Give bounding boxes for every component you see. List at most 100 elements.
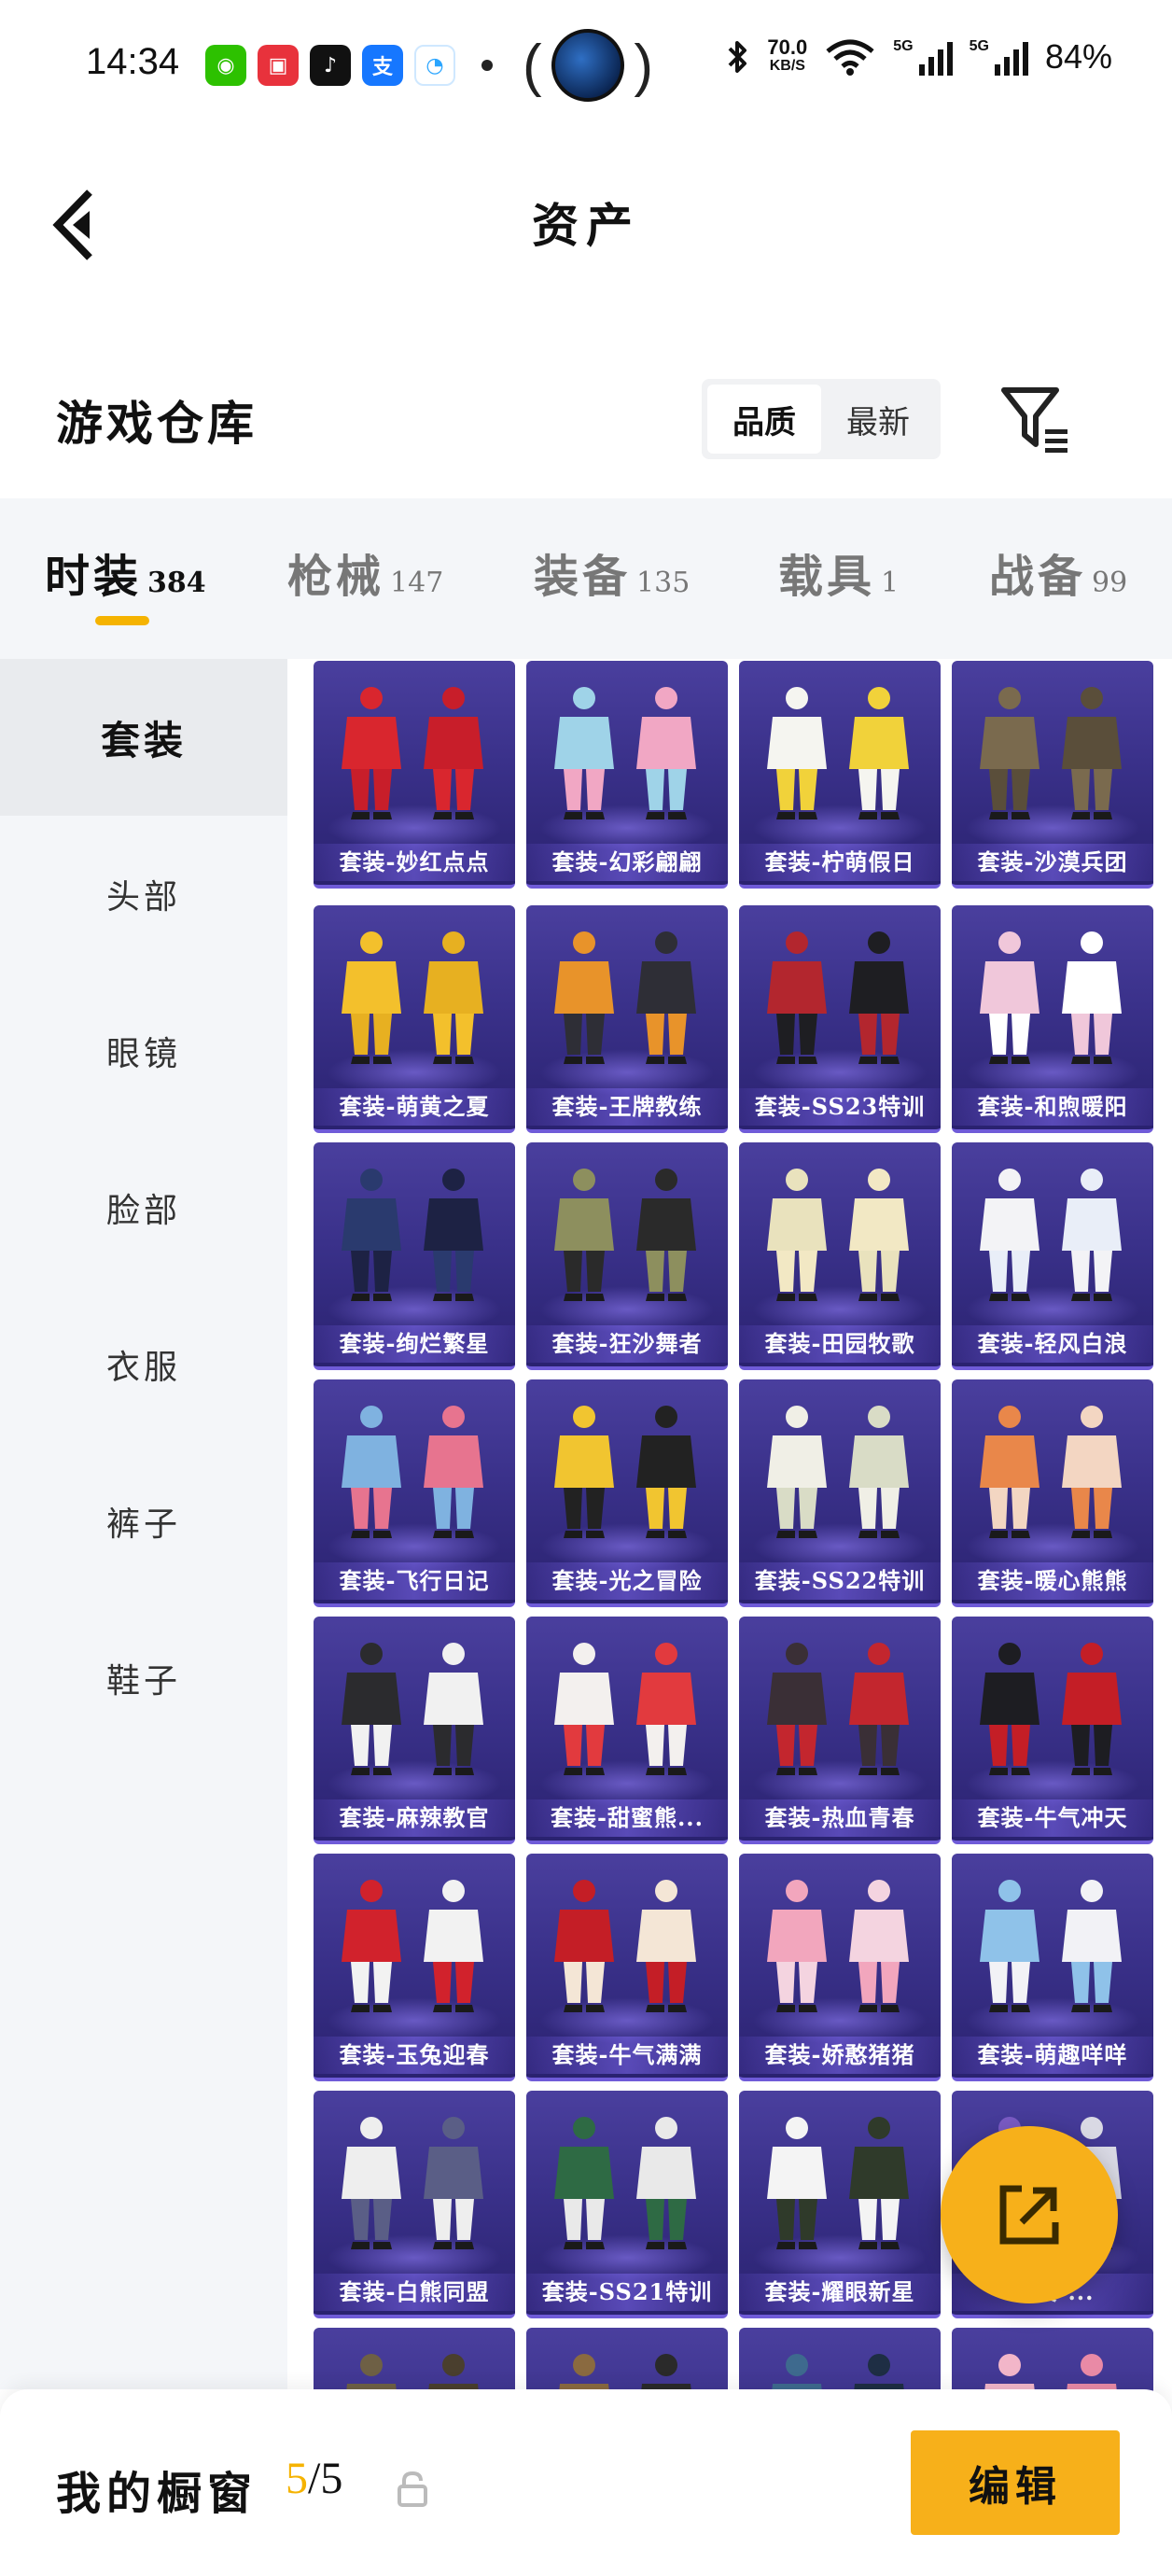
outfit-card[interactable]: 套装-王牌教练 — [526, 905, 728, 1133]
outfit-name: 套装-光之冒险 — [526, 1562, 728, 1600]
outfit-card[interactable]: 套装-麻辣教官 — [314, 1617, 515, 1844]
tab-vehicles[interactable]: 载具 1 — [778, 539, 899, 605]
status-right: 70.0 KB/S 5G 5G 84% — [726, 37, 1112, 77]
outfit-image — [767, 1169, 909, 1301]
outfit-name: 套装-轻风白浪 — [952, 1325, 1153, 1363]
outfit-name: 套装-幻彩翩翩 — [526, 844, 728, 881]
lock-icon[interactable] — [396, 2470, 429, 2507]
outfit-card[interactable]: 套装-牛气冲天 — [952, 1617, 1153, 1844]
outfit-card[interactable]: 套装-和煦暖阳 — [952, 905, 1153, 1133]
sort-toggle: 品质 最新 — [702, 379, 941, 459]
page-title: 资产 — [532, 198, 640, 253]
outfit-image — [980, 1643, 1122, 1775]
sort-newest-button[interactable]: 最新 — [821, 385, 935, 454]
outfit-name: 套装-田园牧歌 — [739, 1325, 941, 1363]
outfit-image — [554, 2117, 696, 2249]
outfit-name: 套装-玉兔迎春 — [314, 2037, 515, 2074]
outfit-card[interactable]: 套装-妙红点点 — [314, 661, 515, 889]
alipay-icon: 支 — [362, 45, 403, 86]
outfit-card[interactable]: 套装-热血青春 — [739, 1617, 941, 1844]
outfit-card[interactable]: 套装-轻风白浪 — [952, 1142, 1153, 1370]
outfit-card[interactable]: 套装-白熊同盟 — [314, 2091, 515, 2318]
outfit-image — [980, 931, 1122, 1064]
sidebar: 套装 头部 眼镜 脸部 衣服 裤子 鞋子 — [0, 659, 287, 2389]
outfit-name: 套装-萌黄之夏 — [314, 1088, 515, 1126]
outfit-card[interactable]: 套装-甜蜜熊... — [526, 1617, 728, 1844]
sort-quality-button[interactable]: 品质 — [707, 385, 821, 454]
outfit-image — [980, 1406, 1122, 1538]
outfit-card[interactable]: 套装-暖心熊熊 — [952, 1379, 1153, 1607]
outfit-card[interactable]: 套装-SS22特训 — [739, 1379, 941, 1607]
status-time: 14:34 — [86, 41, 180, 82]
outfit-card[interactable]: 套装-光之冒险 — [526, 1379, 728, 1607]
outfit-card[interactable]: 套装-玉兔迎春 — [314, 1854, 515, 2081]
outfit-image — [554, 687, 696, 819]
outfit-name: 套装-SS21特训 — [526, 2274, 728, 2311]
sidebar-item-clothes[interactable]: 衣服 — [0, 1286, 287, 1443]
outfit-card[interactable]: 套装-萌黄之夏 — [314, 905, 515, 1133]
outfit-name: 套装-王牌教练 — [526, 1088, 728, 1126]
outfit-image — [342, 1880, 483, 2012]
tab-equipment[interactable]: 装备 135 — [534, 539, 690, 605]
cell-signal-1-icon: 5G — [893, 38, 953, 76]
outfit-image — [342, 1169, 483, 1301]
active-tab-indicator — [95, 616, 149, 625]
edit-button[interactable]: 编辑 — [911, 2430, 1120, 2535]
outfit-image — [980, 1880, 1122, 2012]
sidebar-item-face[interactable]: 脸部 — [0, 1129, 287, 1286]
game-app-icon: ▣ — [258, 45, 299, 86]
filter-icon[interactable] — [998, 383, 1073, 457]
outfit-image — [342, 931, 483, 1064]
outfit-card[interactable]: 套装-萌趣咩咩 — [952, 1854, 1153, 2081]
sidebar-item-head[interactable]: 头部 — [0, 816, 287, 973]
outfit-image — [767, 1880, 909, 2012]
outfit-name: 套装-娇憨猪猪 — [739, 2037, 941, 2074]
outfit-name: 套装-热血青春 — [739, 1799, 941, 1837]
tab-weapons[interactable]: 枪械 147 — [287, 539, 443, 605]
outfit-card[interactable]: 套装-娇憨猪猪 — [739, 1854, 941, 2081]
share-button[interactable] — [941, 2126, 1118, 2303]
outfit-image — [342, 687, 483, 819]
outfit-name: 套装-和煦暖阳 — [952, 1088, 1153, 1126]
bottom-bar: 我的橱窗 5/5 编辑 — [0, 2389, 1172, 2576]
warehouse-header: 游戏仓库 品质 最新 — [0, 355, 1172, 485]
outfit-card[interactable]: 套装-狂沙舞者 — [526, 1142, 728, 1370]
outfit-card[interactable]: 套装-SS21特训 — [526, 2091, 728, 2318]
status-bar: 14:34 ◉ ▣ ♪ 支 ◔ ( ) 70.0 KB/S 5G 5G 84% — [0, 0, 1172, 131]
sidebar-item-pants[interactable]: 裤子 — [0, 1443, 287, 1600]
outfit-name: 套装-沙漠兵团 — [952, 844, 1153, 881]
outfit-name: 套装-柠萌假日 — [739, 844, 941, 881]
outfit-image — [342, 1643, 483, 1775]
sidebar-item-glasses[interactable]: 眼镜 — [0, 973, 287, 1129]
outfit-name: 套装-麻辣教官 — [314, 1799, 515, 1837]
outfit-card[interactable]: 套装-SS23特训 — [739, 905, 941, 1133]
wechat-icon: ◉ — [205, 45, 246, 86]
outfit-image — [980, 687, 1122, 819]
tab-gear[interactable]: 战备 99 — [989, 539, 1127, 605]
outfit-card[interactable]: 套装-牛气满满 — [526, 1854, 728, 2081]
outfit-card[interactable]: 套装-飞行日记 — [314, 1379, 515, 1607]
outfit-card[interactable]: 套装-绚烂繁星 — [314, 1142, 515, 1370]
outfit-name: 套装-妙红点点 — [314, 844, 515, 881]
browser-icon: ◔ — [414, 45, 455, 86]
tab-fashion[interactable]: 时装 384 — [45, 539, 206, 605]
outfit-card[interactable]: 套装-柠萌假日 — [739, 661, 941, 889]
sidebar-item-sets[interactable]: 套装 — [0, 659, 287, 816]
outfit-card[interactable]: 套装-沙漠兵团 — [952, 661, 1153, 889]
outfit-name: 套装-萌趣咩咩 — [952, 2037, 1153, 2074]
category-tabs: 时装 384 枪械 147 装备 135 载具 1 战备 99 — [0, 498, 1172, 659]
sidebar-item-shoes[interactable]: 鞋子 — [0, 1600, 287, 1757]
notification-icons: ◉ ▣ ♪ 支 ◔ — [205, 45, 493, 86]
outfit-image — [980, 1169, 1122, 1301]
outfit-name: 套装-暖心熊熊 — [952, 1562, 1153, 1600]
outfit-image — [767, 687, 909, 819]
tiktok-icon: ♪ — [310, 45, 351, 86]
outfit-card[interactable]: 套装-田园牧歌 — [739, 1142, 941, 1370]
outfit-image — [767, 1643, 909, 1775]
outfit-card[interactable]: 套装-耀眼新星 — [739, 2091, 941, 2318]
dynamic-island: ( ) — [523, 26, 653, 105]
outfit-image — [554, 1880, 696, 2012]
outfit-image — [554, 931, 696, 1064]
outfit-card[interactable]: 套装-幻彩翩翩 — [526, 661, 728, 889]
outfit-name: 套装-牛气冲天 — [952, 1799, 1153, 1837]
